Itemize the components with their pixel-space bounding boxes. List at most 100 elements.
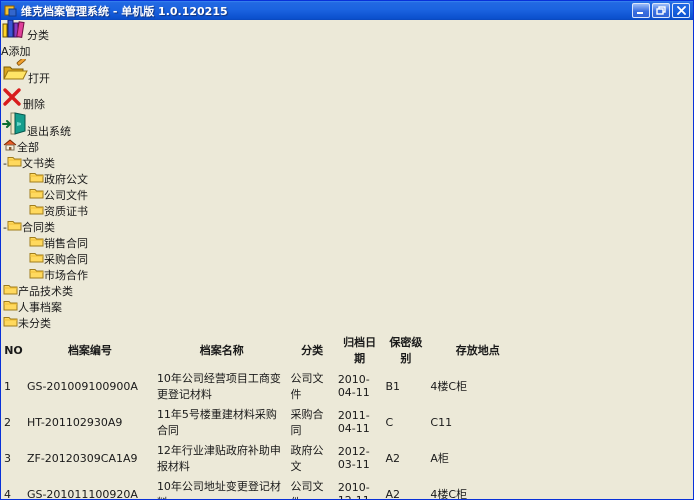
tree-item-qualification[interactable]: 资质证书: [1, 203, 693, 219]
cell: 4: [3, 477, 24, 500]
cell: 10年公司经营项目工商变更登记材料: [156, 369, 288, 403]
tree-item-label: 合同类: [22, 221, 55, 234]
tree-item-documents[interactable]: -文书类: [1, 155, 693, 171]
cell: 政府公文: [290, 441, 335, 475]
folder-icon: [29, 253, 44, 266]
cell: A2: [384, 441, 427, 475]
folder-icon: [7, 221, 22, 234]
archive-row[interactable]: 2HT-201102930A911年5号楼重建材料采购合同采购合同2011-04…: [3, 405, 526, 439]
red-x-icon: [1, 98, 23, 111]
tree-item-contracts[interactable]: -合同类: [1, 219, 693, 235]
tree-item-unclassified[interactable]: 未分类: [1, 315, 693, 331]
archive-row[interactable]: 4GS-201011100920A10年公司地址变更登记材料公司文件2010-1…: [3, 477, 526, 500]
minimize-button[interactable]: [632, 3, 650, 18]
books-icon: [1, 29, 27, 42]
tree-item-label: 全部: [17, 141, 39, 154]
tree-item-label: 采购合同: [44, 253, 88, 266]
folder-icon: [3, 301, 18, 314]
cell: 1: [3, 369, 24, 403]
cell: 11年5号楼重建材料采购合同: [156, 405, 288, 439]
cell: 3: [3, 441, 24, 475]
folder-icon: [29, 237, 44, 250]
cell: C: [384, 405, 427, 439]
folder-icon: [29, 173, 44, 186]
cell: GS-201009100900A: [26, 369, 154, 403]
cell: A柜: [429, 441, 526, 475]
cell: A2: [384, 477, 427, 500]
tree-item-label: 公司文件: [44, 189, 88, 202]
close-button[interactable]: [672, 3, 690, 18]
tree-item-label: 产品技术类: [18, 285, 73, 298]
toolbar-button-label: 添加: [9, 45, 31, 58]
cell: 2010-12-11: [337, 477, 383, 500]
archive-row[interactable]: 3ZF-20120309CA1A912年行业津贴政府补助申报材料政府公文2012…: [3, 441, 526, 475]
tree-item-purchase[interactable]: 采购合同: [1, 251, 693, 267]
tree-item-label: 资质证书: [44, 205, 88, 218]
open-folder-icon: [1, 72, 28, 85]
column-header-4[interactable]: 归档日期: [337, 333, 383, 367]
tree-item-market-coop[interactable]: 市场合作: [1, 267, 693, 283]
folder-icon: [29, 205, 44, 218]
app-window: 维克档案管理系统 - 单机版 1.0.120215 文件(F)编辑(E)视图(V…: [0, 0, 694, 500]
cell: GS-201011100920A: [26, 477, 154, 500]
tree-item-gov-doc[interactable]: 政府公文: [1, 171, 693, 187]
tree-item-all[interactable]: 全部: [1, 139, 693, 155]
cell: B1: [384, 369, 427, 403]
toolbar-button-add[interactable]: A添加: [1, 43, 693, 59]
toolbar-button-label: 退出系统: [27, 125, 71, 138]
cell: 2011-04-11: [337, 405, 383, 439]
letter-a-icon: A: [1, 45, 9, 58]
folder-icon: [29, 269, 44, 282]
folder-icon: [3, 317, 18, 330]
column-header-3[interactable]: 分类: [290, 333, 335, 367]
restore-button[interactable]: [652, 3, 670, 18]
cell: 4楼C柜: [429, 477, 526, 500]
tree-item-company-doc[interactable]: 公司文件: [1, 187, 693, 203]
tree-item-label: 市场合作: [44, 269, 88, 282]
cell: 12年行业津贴政府补助申报材料: [156, 441, 288, 475]
toolbar-button-delete[interactable]: 删除: [1, 86, 693, 112]
column-header-1[interactable]: 档案编号: [26, 333, 154, 367]
tree-item-label: 政府公文: [44, 173, 88, 186]
app-icon: [4, 4, 17, 17]
toolbar: 分类A添加打开删除退出系统: [1, 17, 693, 139]
folder-icon: [7, 157, 22, 170]
cell: 4楼C柜: [429, 369, 526, 403]
cell: 公司文件: [290, 369, 335, 403]
cell: 采购合同: [290, 405, 335, 439]
toolbar-button-label: 打开: [28, 72, 50, 85]
column-header-6[interactable]: 存放地点: [429, 333, 526, 367]
exit-door-icon: [1, 125, 27, 138]
tree-item-label: 未分类: [18, 317, 51, 330]
cell: 公司文件: [290, 477, 335, 500]
archive-table: NO档案编号档案名称分类归档日期保密级别存放地点1GS-201009100900…: [1, 331, 528, 500]
window-title: 维克档案管理系统 - 单机版 1.0.120215: [21, 3, 630, 19]
column-header-2[interactable]: 档案名称: [156, 333, 288, 367]
folder-icon: [29, 189, 44, 202]
toolbar-button-exit[interactable]: 退出系统: [1, 112, 693, 139]
column-header-5[interactable]: 保密级别: [384, 333, 427, 367]
cell: C11: [429, 405, 526, 439]
title-bar[interactable]: 维克档案管理系统 - 单机版 1.0.120215: [1, 1, 693, 20]
cell: HT-201102930A9: [26, 405, 154, 439]
archive-row[interactable]: 1GS-201009100900A10年公司经营项目工商变更登记材料公司文件20…: [3, 369, 526, 403]
cell: 2010-04-11: [337, 369, 383, 403]
toolbar-button-label: 删除: [23, 98, 45, 111]
tree-item-sales-contract[interactable]: 销售合同: [1, 235, 693, 251]
toolbar-button-label: 分类: [27, 29, 49, 42]
archive-table-panel[interactable]: NO档案编号档案名称分类归档日期保密级别存放地点1GS-201009100900…: [1, 331, 693, 500]
cell: 2012-03-11: [337, 441, 383, 475]
cell: 10年公司地址变更登记材料: [156, 477, 288, 500]
tree-item-product-tech[interactable]: 产品技术类: [1, 283, 693, 299]
toolbar-button-classify[interactable]: 分类: [1, 17, 693, 43]
tree-item-label: 销售合同: [44, 237, 88, 250]
column-header-0[interactable]: NO: [3, 333, 24, 367]
folder-icon: [3, 285, 18, 298]
tree-item-label: 文书类: [22, 157, 55, 170]
category-tree: 全部-文书类政府公文公司文件资质证书-合同类销售合同采购合同市场合作产品技术类人…: [1, 139, 693, 331]
toolbar-button-open[interactable]: 打开: [1, 59, 693, 86]
tree-item-hr-archive[interactable]: 人事档案: [1, 299, 693, 315]
cell: 2: [3, 405, 24, 439]
home-icon: [3, 141, 17, 154]
cell: ZF-20120309CA1A9: [26, 441, 154, 475]
